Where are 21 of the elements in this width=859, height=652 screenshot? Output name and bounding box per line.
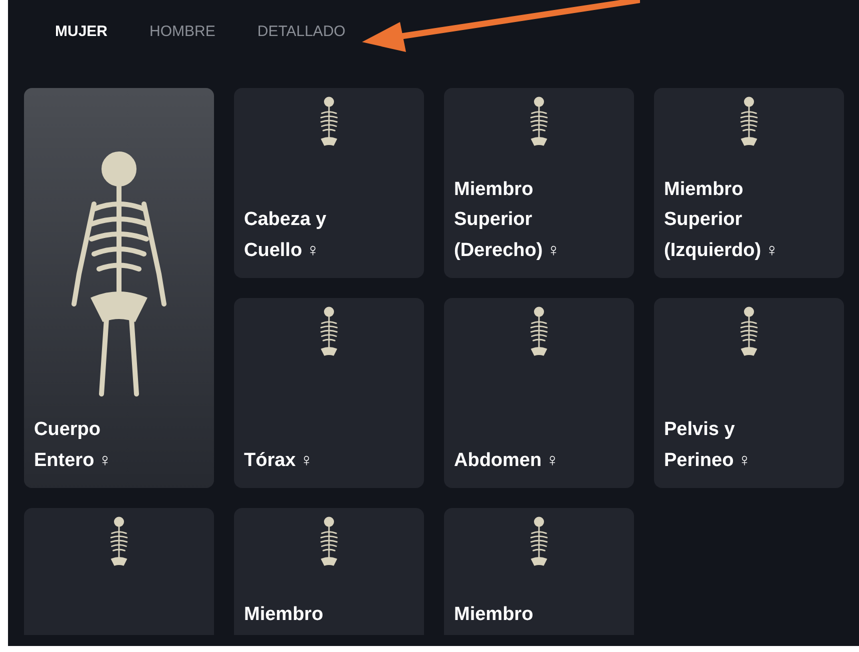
- tab[interactable]: MUJER: [55, 20, 108, 44]
- card-title: Cabeza y Cuello ♀: [244, 208, 328, 263]
- body-region-card[interactable]: Pelvis y Perineo ♀: [654, 298, 844, 488]
- card-title: Abdomen ♀: [454, 449, 560, 473]
- tab[interactable]: HOMBRE: [150, 20, 216, 44]
- card-title: Cuerpo Entero ♀: [34, 418, 113, 473]
- card-title: Tórax ♀: [244, 449, 314, 473]
- body-region-card[interactable]: Abdomen ♀: [444, 298, 634, 488]
- body-region-card[interactable]: Miembro Superior (Izquierdo) ♀: [654, 88, 844, 278]
- card-title: Miembro: [454, 603, 534, 627]
- card-title: Miembro: [244, 603, 324, 627]
- body-region-card[interactable]: Cabeza y Cuello ♀: [234, 88, 424, 278]
- body-region-card[interactable]: Cuerpo Entero ♀: [24, 88, 214, 488]
- body-region-card[interactable]: Miembro Superior (Derecho) ♀: [444, 88, 634, 278]
- card-title: Pelvis y Perineo ♀: [664, 418, 752, 473]
- card-title: Miembro Superior (Derecho) ♀: [454, 178, 562, 263]
- body-region-card[interactable]: Miembro: [444, 508, 634, 635]
- body-region-card[interactable]: Tórax ♀: [234, 298, 424, 488]
- tab[interactable]: DETALLADO: [257, 20, 346, 44]
- body-region-card[interactable]: Miembro: [234, 508, 424, 635]
- card-title: Miembro Superior (Izquierdo) ♀: [664, 178, 780, 263]
